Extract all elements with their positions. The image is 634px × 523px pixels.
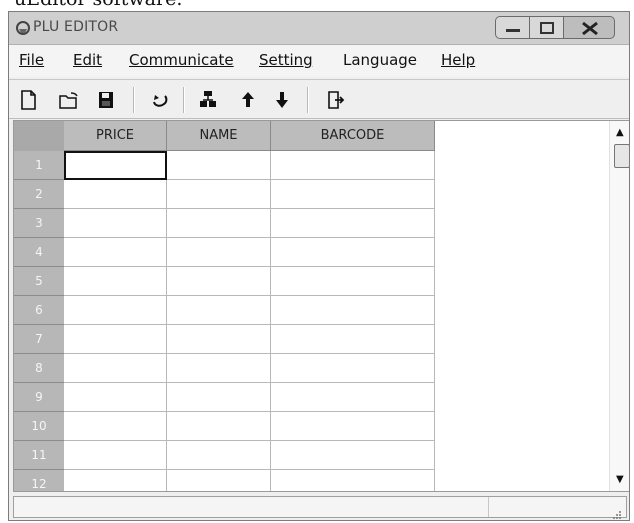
menu-help[interactable]: Help [441, 51, 475, 69]
toolbar-separator [133, 87, 135, 113]
row-header[interactable]: 6 [14, 296, 64, 325]
menu-edit[interactable]: Edit [73, 51, 102, 69]
table-cell-price[interactable] [64, 412, 167, 441]
table-cell-name[interactable] [167, 354, 271, 383]
minimize-button[interactable] [495, 16, 530, 39]
column-header-barcode[interactable]: BARCODE [271, 121, 435, 151]
menu-bar: File Edit Communicate Setting Language H… [9, 45, 629, 77]
table-cell-name[interactable] [167, 383, 271, 412]
menu-language[interactable]: Language [343, 51, 417, 69]
toolbar-separator [307, 87, 309, 113]
table-cell-barcode[interactable] [271, 325, 435, 354]
vertical-scrollbar[interactable]: ▲ ▼ [609, 121, 629, 491]
table-cell-barcode[interactable] [271, 412, 435, 441]
upload-arrow-icon[interactable] [237, 89, 259, 111]
table-cell-price[interactable] [64, 296, 167, 325]
table-cell-price[interactable] [64, 209, 167, 238]
table-cell-name[interactable] [167, 296, 271, 325]
open-folder-icon[interactable] [57, 89, 79, 111]
row-header[interactable]: 7 [14, 325, 64, 354]
row-header[interactable]: 5 [14, 267, 64, 296]
row-header[interactable]: 9 [14, 383, 64, 412]
close-button[interactable] [563, 16, 615, 39]
table-cell-barcode[interactable] [271, 238, 435, 267]
window-title: PLU EDITOR [33, 19, 119, 35]
table-cell-name[interactable] [167, 267, 271, 296]
app-icon [15, 19, 33, 37]
exit-icon[interactable] [325, 89, 347, 111]
plu-editor-window: PLU EDITOR File Edit Communicate Setting… [8, 11, 630, 521]
table-cell-barcode[interactable] [271, 296, 435, 325]
row-header[interactable]: 3 [14, 209, 64, 238]
column-header-price[interactable]: PRICE [64, 121, 167, 151]
table-cell-price[interactable] [64, 470, 167, 491]
maximize-button[interactable] [529, 16, 564, 39]
table-cell-price[interactable] [64, 383, 167, 412]
table-cell-barcode[interactable] [271, 383, 435, 412]
table-cell-price[interactable] [64, 325, 167, 354]
table-cell-barcode[interactable] [271, 267, 435, 296]
table-cell-name[interactable] [167, 470, 271, 491]
table-cell-price[interactable] [64, 238, 167, 267]
status-divider [488, 497, 489, 517]
scroll-up-icon[interactable]: ▲ [616, 127, 624, 138]
table-cell-name[interactable] [167, 151, 271, 180]
save-disk-icon[interactable] [95, 89, 117, 111]
table-cell-price[interactable] [64, 267, 167, 296]
table-cell-name[interactable] [167, 238, 271, 267]
table-cell-name[interactable] [167, 180, 271, 209]
toolbar [9, 79, 629, 119]
menu-setting[interactable]: Setting [259, 51, 313, 69]
refresh-icon[interactable] [149, 89, 171, 111]
title-bar[interactable]: PLU EDITOR [9, 12, 629, 45]
table-cell-barcode[interactable] [271, 209, 435, 238]
row-header[interactable]: 2 [14, 180, 64, 209]
row-header[interactable]: 11 [14, 441, 64, 470]
table-cell-price[interactable] [64, 354, 167, 383]
scroll-thumb[interactable] [614, 144, 629, 168]
row-header[interactable]: 12 [14, 470, 64, 491]
table-cell-barcode[interactable] [271, 151, 435, 180]
download-arrow-icon[interactable] [271, 89, 293, 111]
row-header[interactable]: 8 [14, 354, 64, 383]
table-cell-price[interactable] [64, 441, 167, 470]
menu-file[interactable]: File [19, 51, 44, 69]
row-header[interactable]: 1 [14, 151, 64, 180]
table-cell-barcode[interactable] [271, 354, 435, 383]
screenshot-stage: uEditor software. PLU EDITOR File Edit [0, 0, 634, 523]
table-cell-price[interactable] [64, 151, 167, 180]
menu-communicate[interactable]: Communicate [129, 51, 234, 69]
document-fragment-text: uEditor software. [14, 0, 182, 10]
table-cell-name[interactable] [167, 441, 271, 470]
table-cell-barcode[interactable] [271, 180, 435, 209]
table-cell-name[interactable] [167, 325, 271, 354]
row-header[interactable]: 10 [14, 412, 64, 441]
scroll-down-icon[interactable]: ▼ [616, 474, 624, 485]
row-header[interactable]: 4 [14, 238, 64, 267]
table-cell-barcode[interactable] [271, 441, 435, 470]
toolbar-separator [183, 87, 185, 113]
table-cell-price[interactable] [64, 180, 167, 209]
communication-icon[interactable] [197, 89, 219, 111]
plu-grid: PRICE NAME BARCODE 1 2 3 4 5 6 7 8 9 10 … [13, 120, 629, 492]
resize-grip-icon[interactable] [612, 505, 622, 519]
table-cell-barcode[interactable] [271, 470, 435, 491]
column-header-name[interactable]: NAME [167, 121, 271, 151]
status-bar [13, 496, 627, 519]
grid-corner [14, 121, 64, 151]
new-document-icon[interactable] [17, 89, 39, 111]
table-cell-name[interactable] [167, 209, 271, 238]
table-cell-name[interactable] [167, 412, 271, 441]
